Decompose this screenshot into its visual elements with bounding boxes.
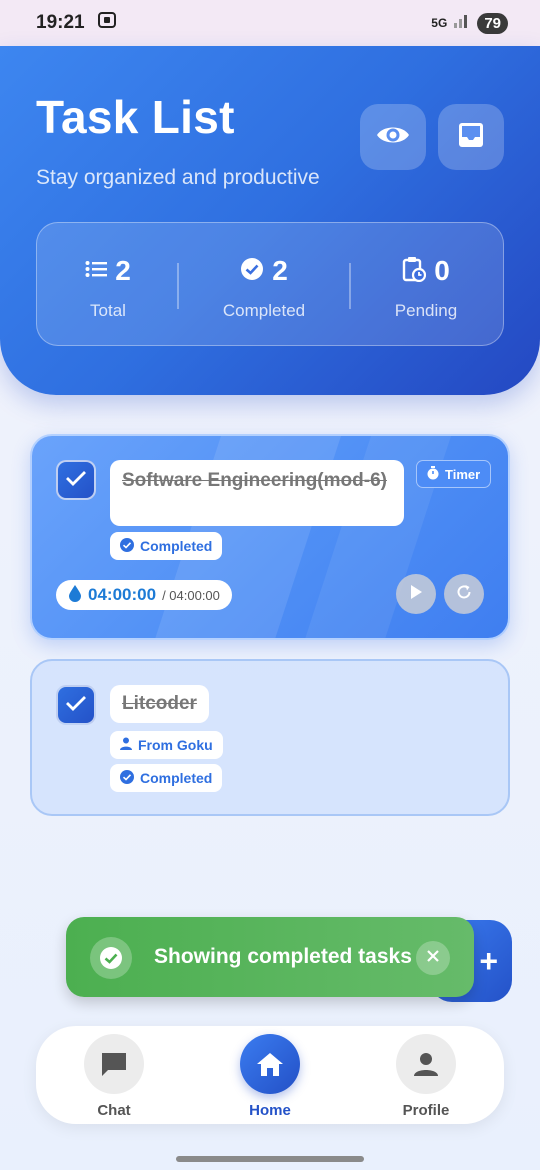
stat-completed-value: 2 <box>272 255 288 286</box>
task-card[interactable]: Software Engineering(mod-6) Timer Comple… <box>30 434 510 640</box>
snackbar: Showing completed tasks <box>66 917 474 997</box>
assigned-by-badge: From Goku <box>110 731 223 759</box>
dismiss-button[interactable] <box>416 941 450 975</box>
check-circle-icon <box>120 769 134 787</box>
stat-pending-label: Pending <box>394 301 458 320</box>
stat-total-value: 2 <box>115 255 131 286</box>
battery-indicator: 79 <box>477 12 508 34</box>
stat-completed: 2 Completed <box>193 223 335 347</box>
stat-total-label: Total <box>90 301 126 320</box>
close-icon <box>426 949 440 968</box>
network-label: 5G <box>431 16 448 30</box>
water-drop-icon <box>68 584 82 607</box>
status-label: Completed <box>140 538 213 554</box>
bottom-nav: Chat Home Profile <box>36 1026 504 1124</box>
timer-readout: 04:00:00 / 04:00:00 <box>56 580 232 610</box>
list-icon <box>85 260 108 283</box>
total-time: / 04:00:00 <box>162 587 220 603</box>
play-icon <box>409 584 423 605</box>
snackbar-message: Showing completed tasks <box>154 945 412 968</box>
stat-pending: 0 Pending <box>355 223 497 347</box>
header: Task List Stay organized and productive … <box>0 46 540 395</box>
task-checkbox[interactable] <box>56 460 96 500</box>
refresh-icon <box>455 583 473 606</box>
task-title[interactable]: Litcoder <box>110 685 209 723</box>
stopwatch-icon <box>427 465 439 483</box>
divider <box>177 263 179 309</box>
page-title: Task List <box>36 91 235 143</box>
stats-panel: 2 Total 2 Completed 0 Pending <box>36 222 504 346</box>
home-indicator[interactable] <box>176 1156 364 1162</box>
status-time: 19:21 <box>36 12 85 33</box>
task-title[interactable]: Software Engineering(mod-6) <box>110 460 404 526</box>
check-icon <box>65 469 87 492</box>
stat-completed-label: Completed <box>222 301 306 320</box>
nav-label-home: Home <box>249 1102 291 1119</box>
toggle-completed-button[interactable] <box>360 104 426 170</box>
check-circle-icon <box>120 537 134 555</box>
timer-label: Timer <box>445 466 481 482</box>
timer-badge[interactable]: Timer <box>416 460 492 488</box>
signal-icon <box>453 12 471 34</box>
play-button[interactable] <box>396 574 436 614</box>
stat-pending-value: 0 <box>434 255 450 286</box>
inbox-icon <box>456 120 486 155</box>
nav-label-chat: Chat <box>97 1102 131 1119</box>
nav-item-profile[interactable]: Profile <box>376 1034 476 1119</box>
reset-button[interactable] <box>444 574 484 614</box>
nav-item-home[interactable]: Home <box>220 1034 320 1119</box>
chat-icon <box>84 1034 144 1094</box>
task-card[interactable]: Litcoder From Goku Completed <box>30 659 510 816</box>
nav-item-chat[interactable]: Chat <box>64 1034 164 1119</box>
task-checkbox[interactable] <box>56 685 96 725</box>
check-circle-icon <box>240 257 264 286</box>
clipboard-clock-icon <box>402 256 427 287</box>
status-label: Completed <box>140 770 213 786</box>
status-badge: Completed <box>110 532 223 560</box>
elapsed-time: 04:00:00 <box>88 585 157 604</box>
status-bar: 19:21 5G 79 <box>0 0 540 46</box>
person-icon <box>396 1034 456 1094</box>
nav-label-profile: Profile <box>402 1102 450 1119</box>
status-badge: Completed <box>110 764 223 792</box>
check-circle-icon <box>90 937 132 979</box>
eye-icon <box>375 122 411 153</box>
inbox-button[interactable] <box>438 104 504 170</box>
person-icon <box>120 737 132 753</box>
check-icon <box>65 694 87 717</box>
divider <box>349 263 351 309</box>
plus-icon: + <box>479 942 498 979</box>
stat-total: 2 Total <box>37 223 179 347</box>
assigned-by-label: From Goku <box>138 737 213 753</box>
home-icon <box>240 1034 300 1094</box>
screenshot-icon <box>97 10 117 36</box>
page-subtitle: Stay organized and productive <box>36 166 320 189</box>
